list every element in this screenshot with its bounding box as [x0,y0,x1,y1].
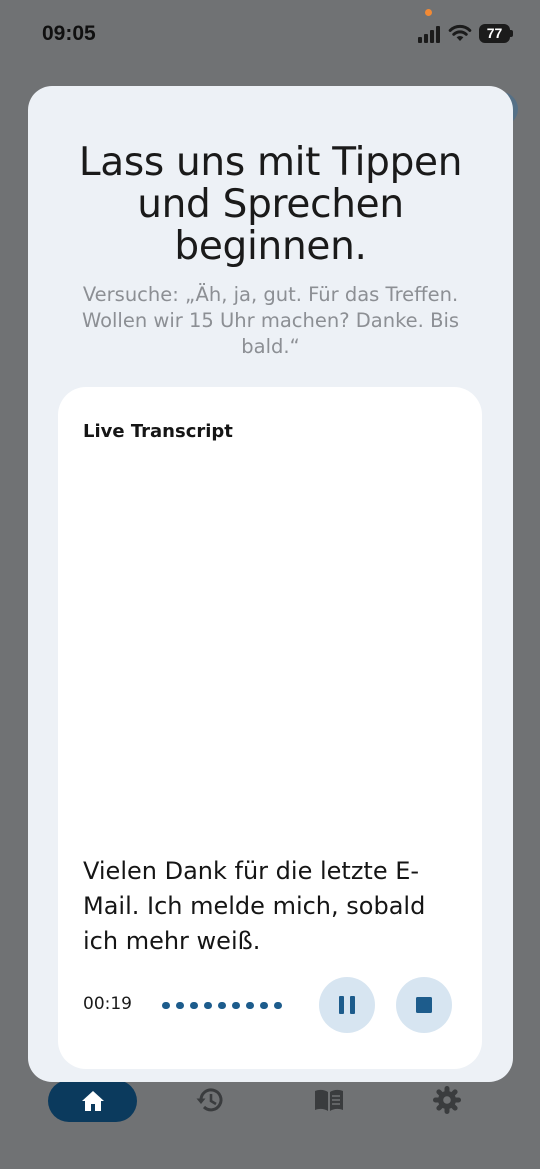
stop-button[interactable] [396,977,452,1033]
battery-level: 77 [479,24,510,43]
gear-icon [433,1086,461,1114]
privacy-indicator-dot [425,9,432,16]
nav-history[interactable] [193,1083,227,1117]
pause-button[interactable] [319,977,375,1033]
signal-icon [418,26,440,43]
book-icon [315,1089,343,1111]
sheet-hint: Versuche: „Äh, ja, gut. Für das Treffen.… [81,283,460,358]
nav-library[interactable] [312,1083,346,1117]
history-icon [196,1088,223,1112]
wave-dot [260,1002,268,1009]
status-time: 09:05 [42,22,96,45]
card-title: Live Transcript [83,421,233,442]
wave-dot [190,1002,198,1009]
battery-icon: 77 [479,24,513,43]
status-bar: 09:05 77 [0,0,540,70]
home-icon [81,1091,104,1111]
wifi-icon [448,24,472,41]
wave-dot [246,1002,254,1009]
wave-dot [218,1002,226,1009]
wave-dot [204,1002,212,1009]
nav-settings[interactable] [430,1083,464,1117]
onboarding-sheet: Lass uns mit Tippen und Sprechen beginne… [28,86,513,1082]
wave-dot [176,1002,184,1009]
wave-dot [274,1002,282,1009]
pause-icon [339,996,355,1014]
transcript-text: Vielen Dank für die letzte E-Mail. Ich m… [83,857,426,955]
live-transcript-card: Live Transcript Vielen Dank für die letz… [58,387,482,1069]
wave-dot [162,1002,170,1009]
recording-timer: 00:19 [83,994,132,1014]
nav-home[interactable] [48,1080,137,1122]
stop-icon [416,997,432,1013]
audio-waveform [162,1002,282,1010]
sheet-title: Lass uns mit Tippen und Sprechen beginne… [78,140,463,269]
wave-dot [232,1002,240,1009]
